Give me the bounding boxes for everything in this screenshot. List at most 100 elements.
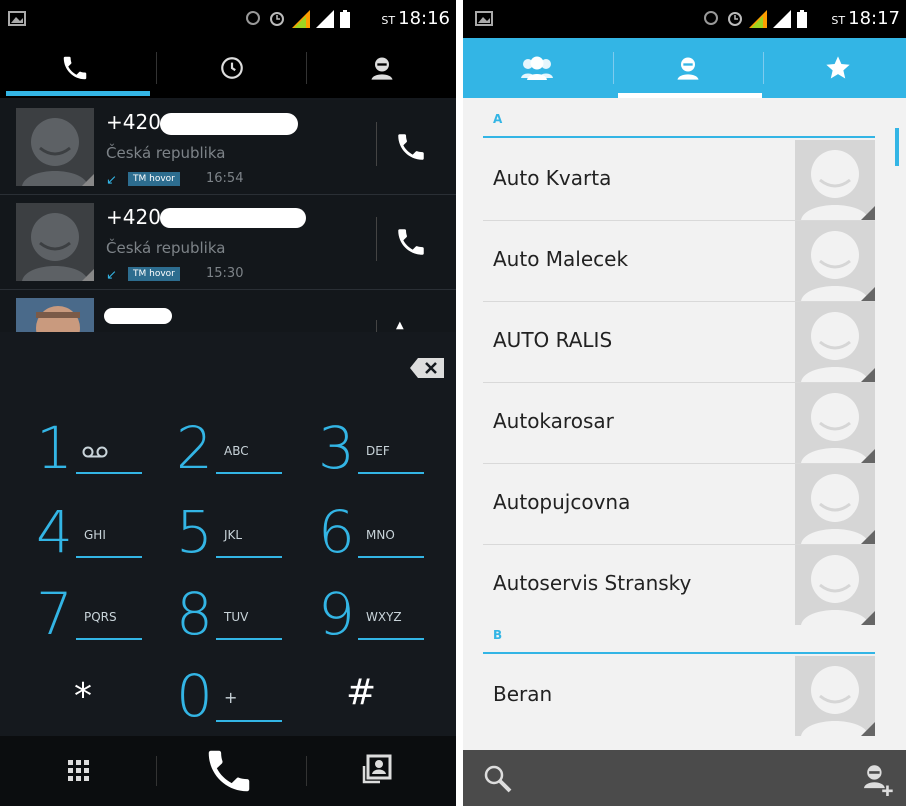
contact-row[interactable]: Beran: [483, 656, 875, 736]
contact-avatar: [795, 656, 875, 736]
contact-row[interactable]: AUTO RALIS: [483, 302, 875, 383]
call-log-item-partial[interactable]: ▲: [0, 290, 456, 332]
expand-icon[interactable]: ▲: [396, 320, 404, 331]
add-person-icon: [863, 765, 893, 796]
tab-all-contacts[interactable]: [614, 38, 762, 98]
dial-digits-field[interactable]: [0, 344, 456, 394]
call-log-item[interactable]: +420 Česká republika ↙ TM hovor 16:54: [0, 100, 456, 195]
contact-avatar: [795, 545, 875, 625]
default-avatar-icon: [801, 393, 875, 463]
contact-photo-image: [16, 298, 94, 332]
tab-bar: [463, 38, 906, 98]
incoming-call-icon: ↙: [106, 173, 117, 188]
alarm-icon: [270, 12, 284, 26]
call-log-item[interactable]: +420 Česká republika ↙ TM hovor 15:30: [0, 195, 456, 290]
call-location: Česká republika: [106, 144, 226, 162]
person-icon: [371, 57, 393, 80]
tab-recent[interactable]: [157, 38, 307, 98]
contacts-action-bar: [463, 750, 906, 806]
dial-key-0[interactable]: 0 +: [150, 658, 300, 738]
search-button[interactable]: [483, 764, 513, 798]
contact-name: Beran: [493, 682, 553, 706]
default-avatar-icon: [22, 118, 94, 186]
clock-icon: [221, 57, 243, 79]
image-notification-icon: [475, 11, 493, 26]
section-header: A: [483, 108, 875, 138]
call-location: Česká republika: [106, 239, 226, 257]
contact-name: Autoservis Stransky: [493, 571, 692, 595]
phone-icon: [63, 56, 87, 80]
tab-favorites[interactable]: [764, 38, 906, 98]
tab-phone[interactable]: [0, 38, 150, 98]
contact-card-icon: [362, 754, 392, 784]
redaction: [160, 208, 306, 228]
dial-key-5[interactable]: 5 JKL: [150, 494, 300, 574]
contact-avatar: [795, 140, 875, 220]
dial-key-star[interactable]: *: [10, 658, 160, 738]
contact-row[interactable]: Autoservis Stransky: [483, 545, 875, 625]
phone-icon: [208, 750, 250, 792]
dial-key-8[interactable]: 8 TUV: [150, 576, 300, 656]
call-time: 16:54: [206, 171, 244, 186]
status-bar: ST 18:17: [463, 0, 906, 38]
incoming-call-icon: ↙: [106, 268, 117, 283]
default-avatar-icon: [801, 555, 875, 625]
contact-row[interactable]: Autopujcovna: [483, 464, 875, 545]
battery-icon: [340, 10, 350, 28]
dialpad-icon: [68, 760, 89, 781]
dial-key-1[interactable]: 1: [10, 410, 160, 490]
dial-key-4[interactable]: 4 GHI: [10, 494, 160, 574]
status-time: ST 18:17: [831, 8, 900, 29]
add-contact-button[interactable]: [861, 762, 893, 800]
dial-key-hash[interactable]: #: [292, 658, 442, 738]
call-back-button[interactable]: [394, 225, 428, 259]
dialer-screen: ST 18:16 +420 Česká republika ↙ TM hovor …: [0, 0, 456, 806]
signal-icon: [316, 10, 334, 28]
contact-name: Auto Malecek: [493, 247, 629, 271]
contact-avatar: [795, 221, 875, 301]
dialpad-toggle-button[interactable]: [66, 758, 92, 788]
contact-row[interactable]: Auto Malecek: [483, 221, 875, 302]
redaction: [160, 113, 298, 135]
call-time: 15:30: [206, 266, 244, 281]
phone-icon: [398, 229, 424, 255]
call-button[interactable]: [202, 744, 256, 802]
alarm-icon: [728, 12, 742, 26]
contact-avatar: [795, 383, 875, 463]
dial-key-9[interactable]: 9 WXYZ: [292, 576, 442, 656]
default-avatar-icon: [801, 231, 875, 301]
dial-key-3[interactable]: 3 DEF: [292, 410, 442, 490]
contact-name: Auto Kvarta: [493, 166, 612, 190]
default-avatar-icon: [801, 150, 875, 220]
dial-key-2[interactable]: 2 ABC: [150, 410, 300, 490]
call-number: +420: [106, 205, 161, 229]
redaction: [104, 308, 172, 324]
star-icon: [826, 56, 850, 79]
status-bar: ST 18:16: [0, 0, 456, 38]
contact-photo: [16, 298, 94, 332]
scrollbar[interactable]: [895, 128, 899, 166]
phone-icon: [398, 134, 424, 160]
delete-button[interactable]: [410, 358, 444, 378]
dial-key-6[interactable]: 6 MNO: [292, 494, 442, 574]
contact-name: Autokarosar: [493, 409, 614, 433]
contact-avatar: [795, 464, 875, 544]
dial-key-7[interactable]: 7 PQRS: [10, 576, 160, 656]
battery-icon: [797, 10, 807, 28]
tab-contacts[interactable]: [307, 38, 456, 98]
contact-row[interactable]: Auto Kvarta: [483, 140, 875, 221]
contacts-screen: ST 18:17 A Auto Kvarta Auto Malecek AUTO …: [463, 0, 906, 806]
call-back-button[interactable]: [394, 130, 428, 164]
default-avatar-icon: [22, 213, 94, 281]
contact-avatar: [795, 302, 875, 382]
voicemail-icon: [82, 446, 108, 458]
add-contact-button[interactable]: [362, 754, 392, 788]
tab-groups[interactable]: [463, 38, 611, 98]
contact-row[interactable]: Autokarosar: [483, 383, 875, 464]
search-icon: [484, 765, 512, 793]
contact-name: AUTO RALIS: [493, 328, 613, 352]
section-header: B: [483, 624, 875, 654]
rotate-icon: [246, 11, 260, 25]
group-icon: [521, 56, 553, 80]
default-avatar-icon: [801, 666, 875, 736]
